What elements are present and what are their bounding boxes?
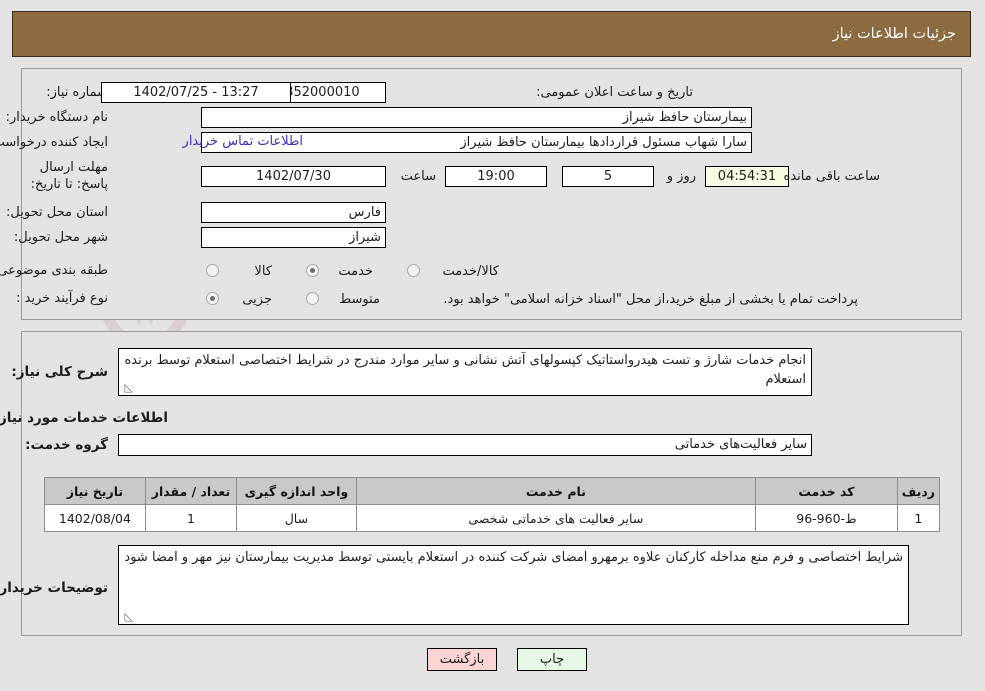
buyer-contact-link[interactable]: اطلاعات تماس خریدار bbox=[184, 134, 304, 149]
radio-process-minor[interactable] bbox=[207, 292, 220, 305]
days-label: روز و bbox=[667, 169, 697, 184]
need-number-label: شماره نیاز: bbox=[47, 85, 109, 100]
radio-category-service-label: خدمت bbox=[339, 264, 374, 279]
cell-service-name: سایر فعالیت های خدماتی شخصی bbox=[356, 504, 758, 532]
radio-category-service[interactable] bbox=[307, 264, 320, 277]
services-table: ردیف کد خدمت نام خدمت واحد اندازه گیری ت… bbox=[45, 477, 942, 532]
th-need-date: تاریخ نیاز bbox=[45, 477, 147, 505]
radio-category-goods-service[interactable] bbox=[408, 264, 421, 277]
buyer-notes-label: توضیحات خریدار: bbox=[0, 580, 109, 596]
buyer-org-field[interactable]: بیمارستان حافظ شیراز bbox=[202, 107, 753, 128]
back-button[interactable]: بازگشت bbox=[428, 648, 498, 671]
resize-grip-icon[interactable]: ◺ bbox=[122, 382, 134, 394]
cell-service-code: ط-960-96 bbox=[756, 504, 899, 532]
remaining-days-field[interactable]: 5 bbox=[563, 166, 655, 187]
cell-quantity: 1 bbox=[145, 504, 239, 532]
cell-unit: سال bbox=[237, 504, 358, 532]
buyer-org-label: نام دستگاه خریدار: bbox=[6, 110, 109, 125]
announce-datetime-label: تاریخ و ساعت اعلان عمومی: bbox=[537, 85, 694, 100]
resize-grip-icon-notes[interactable]: ◺ bbox=[122, 611, 134, 623]
th-unit: واحد اندازه گیری bbox=[237, 477, 358, 505]
hour-label: ساعت bbox=[401, 169, 437, 184]
radio-process-medium[interactable] bbox=[307, 292, 320, 305]
province-field[interactable]: فارس bbox=[202, 202, 387, 223]
radio-process-minor-label: جزیی bbox=[243, 292, 273, 307]
deadline-label: مهلت ارسال پاسخ: تا تاریخ: bbox=[31, 160, 109, 192]
buyer-notes-value: شرایط اختصاصی و فرم منع مداخله کارکنان ع… bbox=[125, 550, 904, 565]
city-field[interactable]: شیراز bbox=[202, 227, 387, 248]
radio-process-medium-label: متوسط bbox=[340, 292, 381, 307]
page-title: جزئیات اطلاعات نیاز bbox=[833, 26, 957, 42]
service-group-label: گروه خدمت: bbox=[26, 437, 109, 453]
print-button[interactable]: چاپ bbox=[518, 648, 588, 671]
cell-row: 1 bbox=[897, 504, 942, 532]
th-service-code: کد خدمت bbox=[756, 477, 899, 505]
city-label: شهر محل تحویل: bbox=[14, 230, 109, 245]
requester-label: ایجاد کننده درخواست: bbox=[0, 135, 109, 150]
summary-textarea[interactable]: انجام خدمات شارژ و تست هیدرواستاتیک کپسو… bbox=[119, 348, 813, 396]
radio-category-goods-service-label: کالا/خدمت bbox=[443, 264, 500, 279]
announce-datetime-field[interactable]: 1402/07/25 - 13:27 bbox=[102, 82, 292, 103]
need-info-panel bbox=[22, 68, 963, 320]
buyer-notes-textarea[interactable]: شرایط اختصاصی و فرم منع مداخله کارکنان ع… bbox=[119, 545, 910, 625]
th-quantity: تعداد / مقدار bbox=[145, 477, 239, 505]
category-label: طبقه بندی موضوعی: bbox=[0, 263, 109, 278]
page-root: جزئیات اطلاعات نیاز شماره نیاز: 11020903… bbox=[0, 0, 985, 691]
process-label: نوع فرآیند خرید : bbox=[17, 291, 109, 306]
table-row[interactable]: 1 ط-960-96 سایر فعالیت های خدماتی شخصی س… bbox=[45, 504, 942, 532]
payment-note: پرداخت تمام یا بخشی از مبلغ خرید،از محل … bbox=[444, 292, 859, 307]
services-heading: اطلاعات خدمات مورد نیاز bbox=[0, 410, 169, 426]
remaining-label: ساعت باقی مانده bbox=[784, 169, 881, 184]
radio-category-goods[interactable] bbox=[207, 264, 220, 277]
summary-label: شرح کلی نیاز: bbox=[12, 364, 109, 380]
table-header-row: ردیف کد خدمت نام خدمت واحد اندازه گیری ت… bbox=[45, 477, 942, 505]
th-service-name: نام خدمت bbox=[356, 477, 758, 505]
service-group-field[interactable]: سایر فعالیت‌های خدماتی bbox=[119, 434, 813, 456]
province-label: استان محل تحویل: bbox=[7, 205, 109, 220]
radio-category-goods-label: کالا bbox=[255, 264, 273, 279]
page-header-bar: جزئیات اطلاعات نیاز bbox=[13, 11, 972, 57]
remaining-time-field: 04:54:31 bbox=[706, 166, 790, 187]
summary-value: انجام خدمات شارژ و تست هیدرواستاتیک کپسو… bbox=[125, 353, 807, 387]
th-row: ردیف bbox=[897, 477, 942, 505]
cell-need-date: 1402/08/04 bbox=[45, 504, 147, 532]
deadline-time-field[interactable]: 19:00 bbox=[446, 166, 548, 187]
deadline-date-field[interactable]: 1402/07/30 bbox=[202, 166, 387, 187]
